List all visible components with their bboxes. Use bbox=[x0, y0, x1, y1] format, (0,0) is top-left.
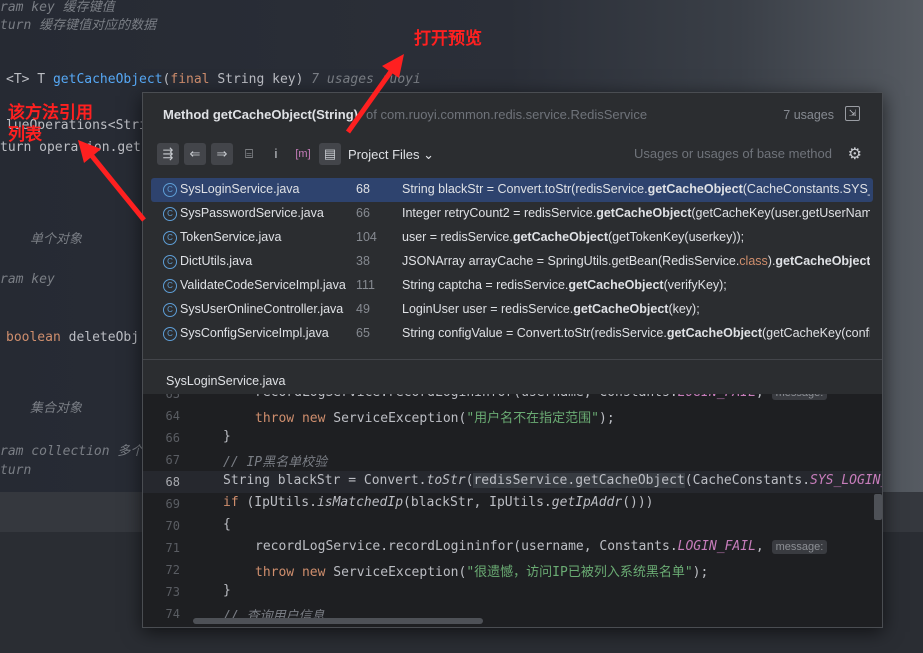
arrow-head-preview bbox=[382, 54, 404, 78]
annotation-arrows bbox=[78, 54, 404, 222]
arrow-to-list bbox=[90, 154, 146, 222]
arrow-to-preview bbox=[345, 68, 395, 134]
